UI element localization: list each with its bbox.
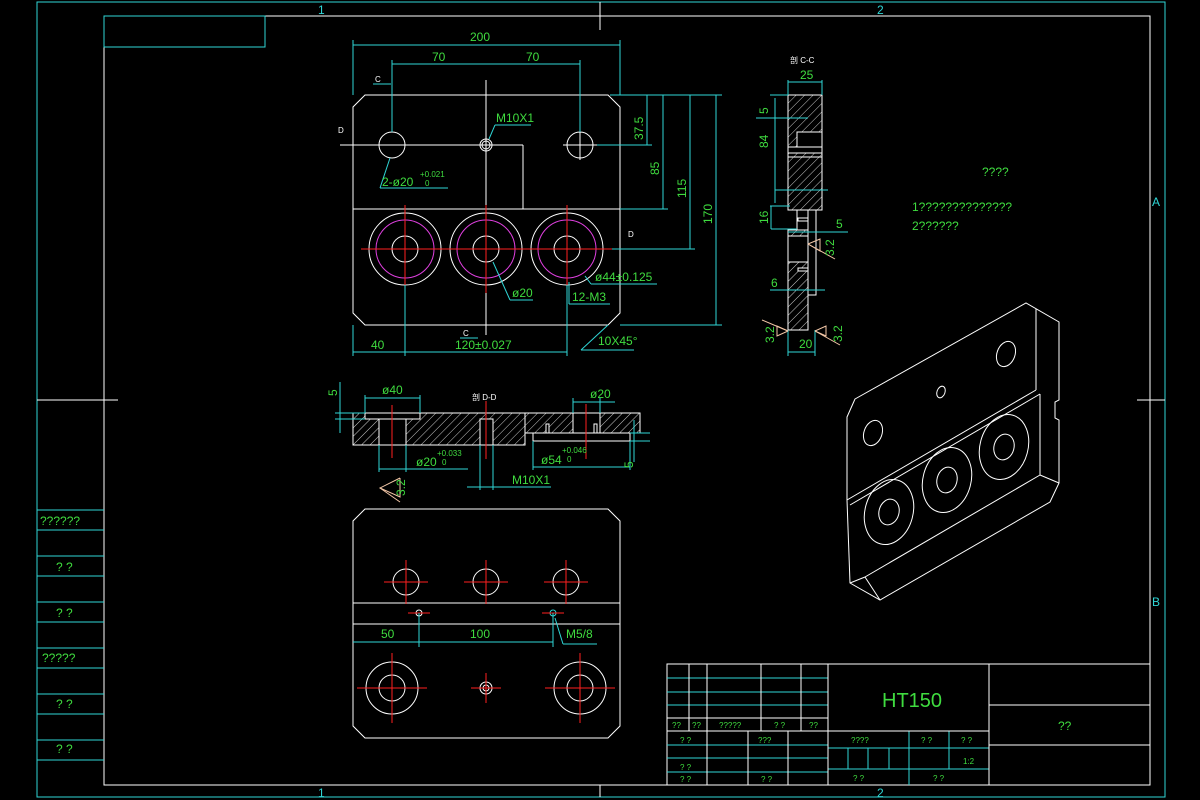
strip-label: ??????: [40, 514, 80, 528]
label-holes: 2-ø20: [382, 175, 414, 189]
label-m10: M10X1: [496, 111, 534, 125]
dim-25: 25: [800, 68, 814, 82]
dim-d54: ø54: [541, 453, 562, 467]
dim-d20: ø20: [416, 455, 437, 469]
section-c-c: 剖 C-C 25 5 84 16 5 6 20 3.2 3.2 3.2: [756, 55, 848, 356]
left-sign-strip: ?????? ? ? ? ? ????? ? ? ? ?: [37, 509, 104, 761]
zone-label: A: [1152, 195, 1160, 209]
dim-d20-tol-upper: +0.033: [437, 449, 462, 458]
isometric-view: [846, 302, 1060, 601]
material: HT150: [882, 690, 942, 712]
label-chamfer: 10X45°: [598, 334, 638, 348]
tb-cell: ? ?: [921, 736, 933, 745]
dim-50: 50: [381, 627, 395, 641]
dim-d54-tol-upper: +0.046: [562, 446, 587, 455]
dim-d20-right: ø20: [590, 387, 611, 401]
section-title: 剖 D-D: [472, 392, 497, 402]
section-mark: C: [463, 329, 469, 338]
dim-200: 200: [470, 30, 490, 44]
tb-cell: ????: [851, 736, 869, 745]
front-view: 200 70 70 37.5 85 115 170 40 120±0.027 M…: [338, 30, 722, 356]
dim-37-5: 37.5: [632, 116, 646, 140]
tb-cell: ???: [758, 736, 772, 745]
dim-170: 170: [701, 204, 715, 224]
label-holes-tol-upper: +0.021: [420, 170, 445, 179]
roughness-value: 3.2: [831, 325, 845, 342]
label-holes-tol-lower: 0: [425, 179, 430, 188]
dim-5-right: 5: [622, 461, 636, 468]
part-name: ??: [1058, 719, 1072, 733]
title-block: HT150 ?? ?? ?? ????? ? ? ?? ? ? ??? ? ? …: [666, 663, 1151, 786]
strip-label: ?????: [42, 651, 76, 665]
dim-5: 5: [757, 107, 771, 114]
zone-label: 1: [318, 3, 325, 17]
label-bore: ø20: [512, 286, 533, 300]
notes-line: 1??????????????: [912, 200, 1012, 214]
dim-5-side: 5: [836, 217, 843, 231]
dim-16: 16: [757, 210, 771, 224]
scale: 1:2: [963, 757, 975, 766]
dim-85: 85: [648, 161, 662, 175]
dim-40: 40: [371, 338, 385, 352]
roughness-value: 3.2: [823, 239, 837, 256]
notes-line: 2??????: [912, 219, 959, 233]
dim-5: 5: [326, 389, 340, 396]
dim-70-right: 70: [526, 50, 540, 64]
strip-label: ? ?: [56, 606, 73, 620]
dim-120: 120±0.027: [455, 338, 512, 352]
strip-label: ? ?: [56, 742, 73, 756]
section-title: 剖 C-C: [790, 55, 815, 65]
section-mark: C: [375, 75, 381, 84]
tb-cell: ? ?: [680, 736, 692, 745]
dim-d54-tol-lower: 0: [567, 455, 572, 464]
tb-cell: ??: [692, 721, 701, 730]
strip-label: ? ?: [56, 560, 73, 574]
tb-cell: ? ?: [774, 721, 786, 730]
dim-20: 20: [799, 337, 813, 351]
tb-cell: ?????: [719, 721, 742, 730]
dim-84: 84: [757, 134, 771, 148]
tb-cell: ? ?: [853, 774, 865, 783]
dim-70-left: 70: [432, 50, 446, 64]
section-d-d: 剖 D-D 5 ø40 ø20 ø20 +0.033 0 ø54 +0.046 …: [326, 382, 650, 503]
tb-cell: ??: [672, 721, 681, 730]
dim-115: 115: [675, 179, 689, 198]
drawing-frame: 1 2 1 2 A B: [36, 1, 1166, 800]
cad-drawing: 1 2 1 2 A B ?????? ? ? ? ? ????? ? ? ? ?: [36, 1, 1166, 800]
tb-cell: ? ?: [680, 763, 692, 772]
label-pcd: ø44±0.125: [595, 270, 653, 284]
dim-6: 6: [771, 276, 778, 290]
section-mark: D: [628, 230, 634, 239]
dim-m10: M10X1: [512, 473, 550, 487]
bottom-view: 50 100 M5/8: [352, 508, 621, 739]
section-mark: D: [338, 126, 344, 135]
tb-cell: ? ?: [961, 736, 973, 745]
dim-d40: ø40: [382, 383, 403, 397]
dim-d20-tol-lower: 0: [442, 458, 447, 467]
strip-label: ? ?: [56, 697, 73, 711]
tb-cell: ??: [809, 721, 818, 730]
dim-100: 100: [470, 627, 490, 641]
notes-title: ????: [982, 165, 1009, 179]
zone-label: 1: [318, 786, 325, 800]
label-threads: 12-M3: [572, 290, 606, 304]
tb-cell: ? ?: [680, 775, 692, 784]
zone-label: 2: [877, 786, 884, 800]
roughness-value: 3.2: [394, 479, 408, 496]
zone-label: B: [1152, 595, 1160, 609]
zone-label: 2: [877, 3, 884, 17]
tb-cell: ? ?: [933, 774, 945, 783]
technical-notes: ???? 1?????????????? 2??????: [912, 165, 1012, 233]
label-m5: M5/8: [566, 627, 593, 641]
tb-cell: ? ?: [761, 775, 773, 784]
roughness-value: 3.2: [763, 326, 777, 343]
